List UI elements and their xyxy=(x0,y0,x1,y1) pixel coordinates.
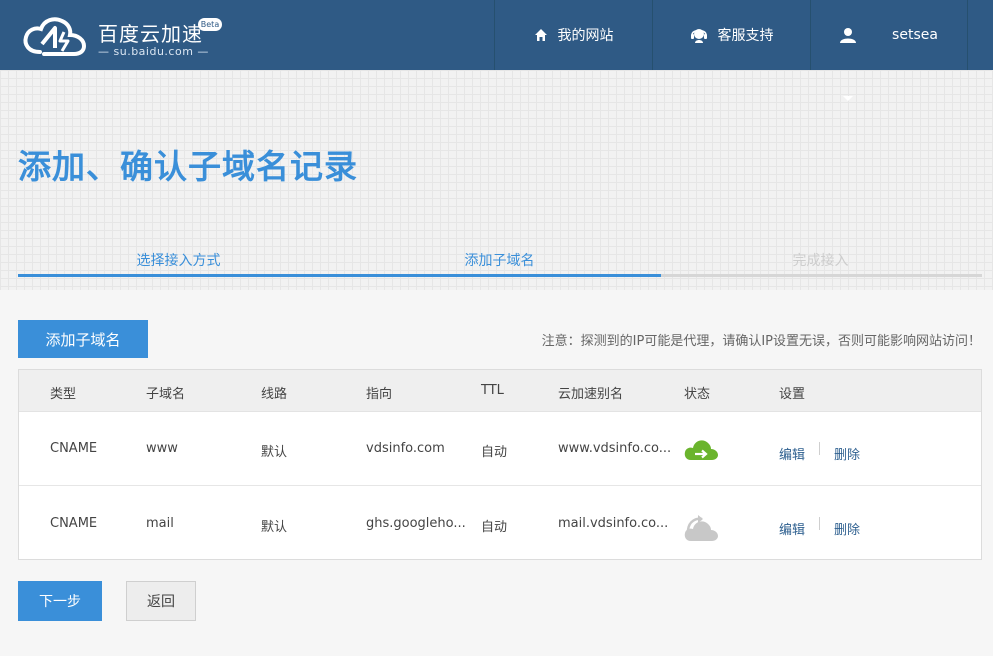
subdomain-table: 类型 子域名 线路 指向 TTL 云加速别名 状态 设置 CNAME www 默… xyxy=(18,369,982,560)
cloud-logo-icon xyxy=(23,17,87,56)
cell-alias: mail.vdsinfo.co... xyxy=(558,516,669,531)
th-alias: 云加速别名 xyxy=(558,387,624,402)
page-title: 添加、确认子域名记录 xyxy=(18,147,358,186)
th-ttl: TTL xyxy=(481,383,504,398)
delete-link[interactable]: 删除 xyxy=(834,444,860,463)
cloud-bypass-icon[interactable] xyxy=(684,513,718,547)
back-button[interactable]: 返回 xyxy=(126,581,196,621)
step-progress-remaining xyxy=(661,274,982,277)
logo-subtitle: — su.baidu.com — xyxy=(98,45,209,58)
top-nav: 我的网站 客服支持 setsea xyxy=(494,0,968,70)
beta-badge: Beta xyxy=(198,18,222,31)
headset-icon xyxy=(690,26,708,44)
nav-my-sites-label: 我的网站 xyxy=(557,28,614,44)
th-status: 状态 xyxy=(684,387,711,402)
cell-type: CNAME xyxy=(50,441,98,456)
th-subdomain: 子域名 xyxy=(146,387,186,402)
table-row: CNAME www 默认 vdsinfo.com 自动 www.vdsinfo.… xyxy=(19,411,981,486)
table-row: CNAME mail 默认 ghs.googleho... 自动 mail.vd… xyxy=(19,486,981,560)
cloud-accelerated-icon[interactable] xyxy=(684,438,718,466)
cell-alias: www.vdsinfo.co... xyxy=(558,441,672,456)
baidu-yunjiasu-logo[interactable]: 百度云加速 — su.baidu.com — Beta xyxy=(22,12,222,60)
chevron-down-icon xyxy=(843,96,853,101)
cell-ttl: 自动 xyxy=(481,445,508,460)
table-header: 类型 子域名 线路 指向 TTL 云加速别名 状态 设置 xyxy=(19,370,981,412)
cell-subdomain: www xyxy=(146,441,178,456)
th-line: 线路 xyxy=(261,387,288,402)
next-step-button[interactable]: 下一步 xyxy=(18,581,102,621)
th-settings: 设置 xyxy=(779,387,806,402)
delete-link[interactable]: 删除 xyxy=(834,519,860,538)
progress-steps: 选择接入方式 添加子域名 完成接入 xyxy=(18,250,982,278)
nav-user-menu[interactable]: setsea xyxy=(810,0,968,70)
step-choose-access: 选择接入方式 xyxy=(136,253,221,269)
cell-line: 默认 xyxy=(261,445,288,460)
step-add-subdomain: 添加子域名 xyxy=(464,253,535,269)
logo-title: 百度云加速 xyxy=(98,22,203,46)
th-type: 类型 xyxy=(50,387,77,402)
cell-target: vdsinfo.com xyxy=(366,441,445,456)
nav-support-label: 客服支持 xyxy=(717,28,774,44)
cell-ttl: 自动 xyxy=(481,520,508,535)
top-header: 百度云加速 — su.baidu.com — Beta 我的网站 客服支持 se… xyxy=(0,0,993,70)
edit-link[interactable]: 编辑 xyxy=(779,444,805,463)
cell-type: CNAME xyxy=(50,516,98,531)
nav-my-sites[interactable]: 我的网站 xyxy=(494,0,652,70)
edit-link[interactable]: 编辑 xyxy=(779,519,805,538)
th-target: 指向 xyxy=(366,387,393,402)
action-divider xyxy=(819,517,820,530)
nav-username: setsea xyxy=(892,27,938,43)
user-icon xyxy=(840,27,857,43)
cell-subdomain: mail xyxy=(146,516,174,531)
nav-support[interactable]: 客服支持 xyxy=(652,0,810,70)
add-subdomain-button[interactable]: 添加子域名 xyxy=(18,320,148,358)
cell-line: 默认 xyxy=(261,520,288,535)
proxy-notice: 注意：探测到的IP可能是代理，请确认IP设置无误，否则可能影响网站访问！ xyxy=(541,334,981,349)
action-divider xyxy=(819,442,820,455)
step-finish: 完成接入 xyxy=(792,253,849,269)
step-progress-active xyxy=(18,274,661,277)
cell-target: ghs.googleho... xyxy=(366,516,466,531)
home-icon xyxy=(534,28,548,42)
